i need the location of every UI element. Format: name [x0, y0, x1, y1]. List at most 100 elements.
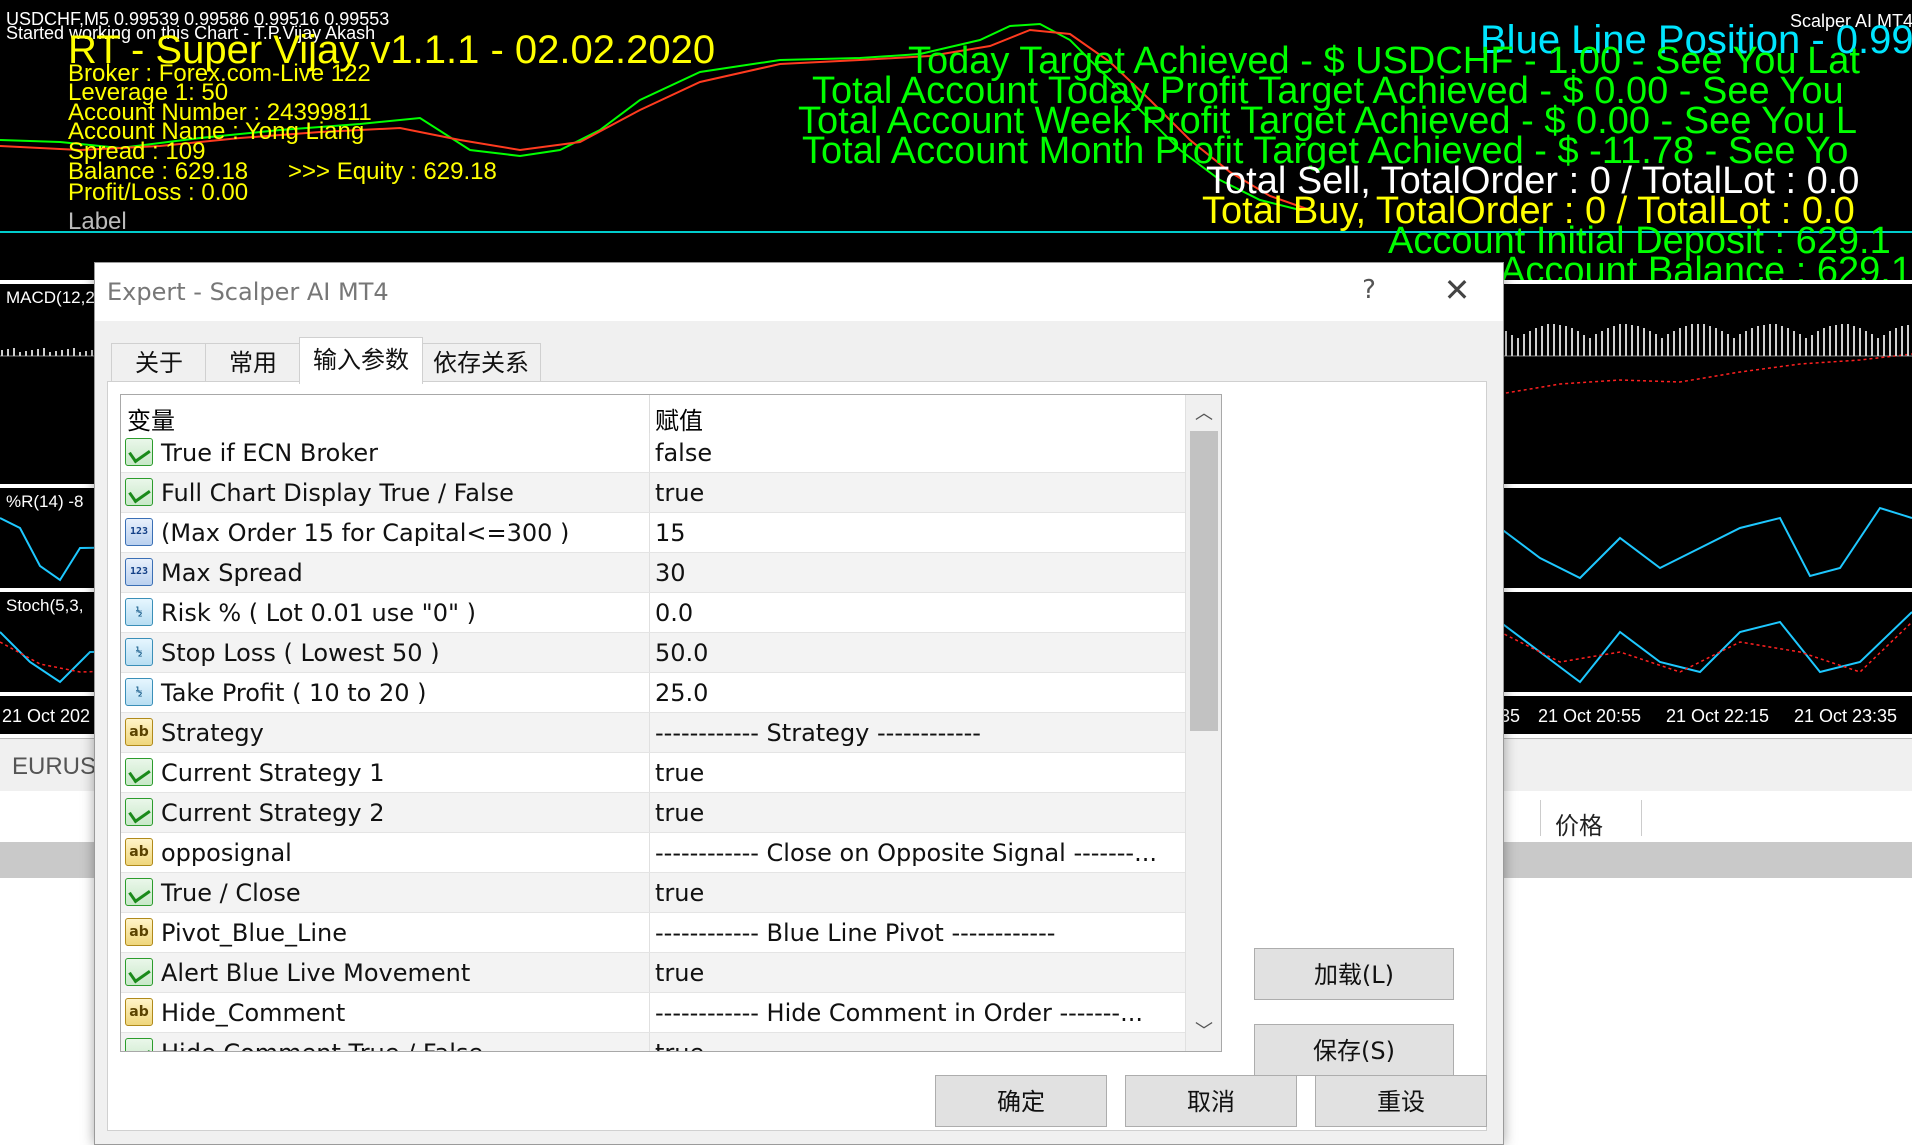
parameter-row[interactable]: True if ECN Broker false: [121, 433, 1185, 473]
williams-r-label: %R(14) -8: [6, 492, 84, 511]
macd-label: MACD(12,2: [6, 288, 95, 307]
parameter-name: True / Close: [161, 879, 301, 907]
parameter-value[interactable]: 30: [655, 559, 1180, 587]
double-param-icon: ½: [125, 598, 153, 626]
parameter-value[interactable]: true: [655, 759, 1180, 787]
parameter-value[interactable]: 25.0: [655, 679, 1180, 707]
parameter-name: Strategy: [161, 719, 264, 747]
time-label: 21 Oct 22:15: [1666, 706, 1770, 726]
parameter-value[interactable]: true: [655, 479, 1180, 507]
parameter-value[interactable]: ------------ Strategy ------------: [655, 719, 1180, 747]
int-param-icon: 123: [125, 558, 153, 586]
load-button[interactable]: 加载(L): [1254, 948, 1454, 1000]
table-header: 变量 赋值: [121, 395, 1185, 436]
bool-param-icon: [125, 958, 153, 986]
parameter-name: Max Spread: [161, 559, 303, 587]
parameter-name: Risk % ( Lot 0.01 use "0" ): [161, 599, 476, 627]
main-price-pane[interactable]: USDCHF,M5 0.99539 0.99586 0.99516 0.9955…: [0, 0, 1912, 280]
parameter-value[interactable]: true: [655, 879, 1180, 907]
expert-properties-dialog: Expert - Scalper AI MT4 ? ✕ 关于 常用 输入参数 依…: [94, 262, 1504, 1145]
tab-dependencies[interactable]: 依存关系: [421, 343, 541, 382]
parameter-rows: True if ECN Broker false Full Chart Displa…: [121, 433, 1185, 1051]
save-button[interactable]: 保存(S): [1254, 1024, 1454, 1076]
time-label: 21 Oct 202: [2, 706, 91, 726]
parameter-row[interactable]: 123 Max Spread 30: [121, 553, 1185, 593]
string-param-icon: ab: [125, 998, 153, 1026]
time-label: 21 Oct 23:35: [1794, 706, 1898, 726]
parameter-row[interactable]: ½ Risk % ( Lot 0.01 use "0" ) 0.0: [121, 593, 1185, 633]
account-balance-info: Account Balance : 629.1: [1500, 250, 1912, 280]
time-label: 21 Oct 20:55: [1538, 706, 1642, 726]
parameter-value[interactable]: true: [655, 959, 1180, 987]
variable-column-header[interactable]: 变量: [127, 401, 175, 436]
stochastic-label: Stoch(5,3,: [6, 596, 84, 615]
parameter-row[interactable]: Current Strategy 2 true: [121, 793, 1185, 833]
parameter-name: (Max Order 15 for Capital<=300 ): [161, 519, 570, 547]
equity-info: >>> Equity : 629.18: [288, 158, 497, 185]
parameter-row[interactable]: Hide Comment True / False true: [121, 1033, 1185, 1051]
parameter-row[interactable]: True / Close true: [121, 873, 1185, 913]
scroll-up-arrow-icon[interactable]: ︿: [1186, 399, 1221, 429]
ok-button[interactable]: 确定: [935, 1075, 1107, 1127]
parameter-row[interactable]: 123 (Max Order 15 for Capital<=300 ) 15: [121, 513, 1185, 553]
profit-loss-info: Profit/Loss : 0.00: [68, 179, 249, 206]
tab-about[interactable]: 关于: [111, 343, 207, 382]
price-column-header[interactable]: 价格: [1540, 800, 1642, 840]
parameter-name: Alert Blue Live Movement: [161, 959, 471, 987]
parameter-value[interactable]: ------------ Hide Comment in Order -----…: [655, 999, 1180, 1027]
help-button[interactable]: ?: [1349, 275, 1389, 305]
double-param-icon: ½: [125, 638, 153, 666]
chart-label: Label: [68, 208, 127, 235]
parameter-row[interactable]: ab Strategy ------------ Strategy --------…: [121, 713, 1185, 753]
parameter-name: opposignal: [161, 839, 292, 867]
price-header-label: 价格: [1555, 812, 1603, 840]
parameter-row[interactable]: Full Chart Display True / False true: [121, 473, 1185, 513]
int-param-icon: 123: [125, 518, 153, 546]
bool-param-icon: [125, 798, 153, 826]
parameter-row[interactable]: ½ Stop Loss ( Lowest 50 ) 50.0: [121, 633, 1185, 673]
parameter-value[interactable]: ------------ Blue Line Pivot -----------…: [655, 919, 1180, 947]
reset-button[interactable]: 重设: [1315, 1075, 1487, 1127]
value-column-header[interactable]: 赋值: [655, 401, 703, 436]
parameter-name: Take Profit ( 10 to 20 ): [161, 679, 427, 707]
string-param-icon: ab: [125, 718, 153, 746]
string-param-icon: ab: [125, 838, 153, 866]
parameter-value[interactable]: 15: [655, 519, 1180, 547]
table-scrollbar[interactable]: ︿ ﹀: [1185, 395, 1221, 1051]
string-param-icon: ab: [125, 918, 153, 946]
dialog-title-bar[interactable]: Expert - Scalper AI MT4 ? ✕: [95, 263, 1503, 321]
chart-tab-eurusd[interactable]: EURUS: [12, 753, 96, 781]
scroll-thumb[interactable]: [1190, 431, 1218, 731]
close-button[interactable]: ✕: [1437, 271, 1477, 309]
tab-inputs[interactable]: 输入参数: [299, 337, 423, 384]
parameter-value[interactable]: 0.0: [655, 599, 1180, 627]
parameter-name: Current Strategy 1: [161, 759, 385, 787]
parameter-name: Pivot_Blue_Line: [161, 919, 348, 947]
parameter-value[interactable]: false: [655, 439, 1180, 467]
parameter-value[interactable]: 50.0: [655, 639, 1180, 667]
input-parameters-table: 变量 赋值 True if ECN Broker false Full Chart …: [120, 394, 1222, 1052]
scroll-down-arrow-icon[interactable]: ﹀: [1186, 1017, 1221, 1047]
tab-common[interactable]: 常用: [205, 343, 301, 382]
parameter-row[interactable]: ½ Take Profit ( 10 to 20 ) 25.0: [121, 673, 1185, 713]
cancel-button[interactable]: 取消: [1125, 1075, 1297, 1127]
inputs-panel: 变量 赋值 True if ECN Broker false Full Chart …: [107, 381, 1487, 1131]
bool-param-icon: [125, 438, 153, 466]
parameter-row[interactable]: Alert Blue Live Movement true: [121, 953, 1185, 993]
parameter-name: Hide Comment True / False: [161, 1039, 483, 1051]
parameter-value[interactable]: ------------ Close on Opposite Signal --…: [655, 839, 1180, 867]
parameter-row[interactable]: ab Pivot_Blue_Line ------------ Blue Line …: [121, 913, 1185, 953]
parameter-value[interactable]: true: [655, 1039, 1180, 1051]
bool-param-icon: [125, 878, 153, 906]
parameter-row[interactable]: ab opposignal ------------ Close on Opposi…: [121, 833, 1185, 873]
parameter-name: Stop Loss ( Lowest 50 ): [161, 639, 440, 667]
parameter-value[interactable]: true: [655, 799, 1180, 827]
parameter-name: True if ECN Broker: [161, 439, 379, 467]
parameter-row[interactable]: ab Hide_Comment ------------ Hide Comment …: [121, 993, 1185, 1033]
bool-param-icon: [125, 758, 153, 786]
dialog-title: Expert - Scalper AI MT4: [107, 278, 389, 306]
parameter-name: Full Chart Display True / False: [161, 479, 514, 507]
parameter-name: Current Strategy 2: [161, 799, 385, 827]
parameter-row[interactable]: Current Strategy 1 true: [121, 753, 1185, 793]
parameter-name: Hide_Comment: [161, 999, 346, 1027]
